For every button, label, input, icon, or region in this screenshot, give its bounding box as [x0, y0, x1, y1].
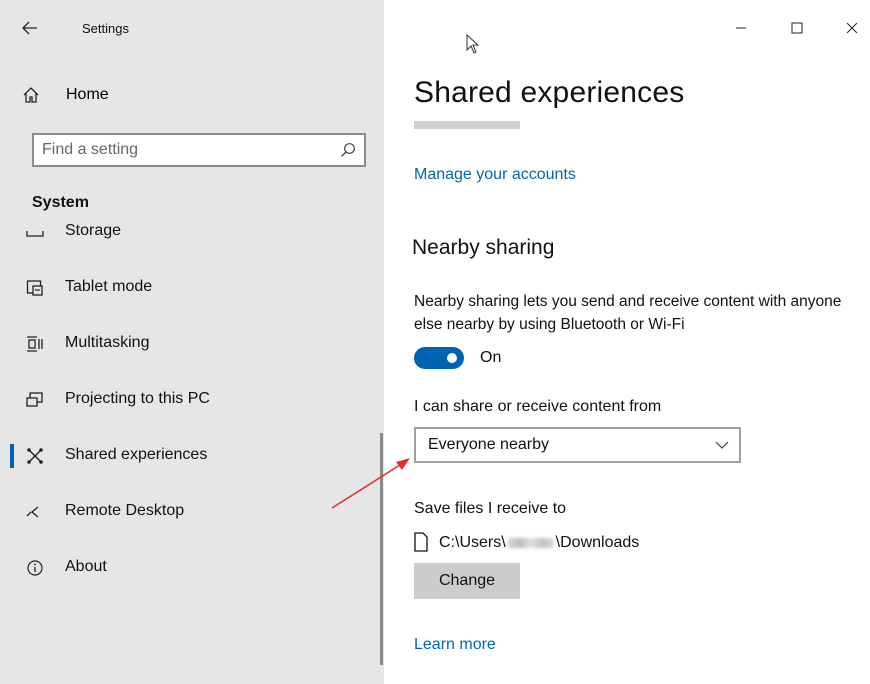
sidebar-item-label: Remote Desktop — [65, 502, 185, 519]
save-files-label: Save files I receive to — [414, 500, 567, 517]
toggle-state-label: On — [480, 349, 502, 366]
remote-desktop-icon — [26, 506, 39, 518]
back-arrow-icon — [22, 21, 37, 35]
search-icon[interactable] — [340, 142, 356, 158]
file-icon — [414, 532, 428, 552]
sidebar-item-label: Shared experiences — [65, 446, 208, 463]
learn-more-link[interactable]: Learn more — [414, 636, 496, 654]
multitasking-icon — [27, 336, 43, 352]
sidebar-item-label: About — [65, 558, 107, 575]
minimize-icon — [736, 27, 746, 29]
share-from-dropdown[interactable]: Everyone nearby — [414, 427, 741, 463]
section-heading: System — [32, 194, 89, 211]
sidebar-item-label: Storage — [65, 222, 122, 239]
sidebar-item-about[interactable]: About — [0, 548, 384, 588]
search-input[interactable] — [34, 135, 324, 165]
chevron-down-icon — [715, 441, 729, 449]
home-icon — [23, 87, 39, 103]
sidebar-item-multitasking[interactable]: Multitasking — [0, 324, 384, 364]
nearby-sharing-heading: Nearby sharing — [412, 236, 555, 259]
redacted-username — [507, 537, 554, 548]
sidebar-item-label: Projecting to this PC — [65, 390, 210, 407]
maximize-icon — [791, 22, 803, 34]
home-label: Home — [66, 86, 109, 103]
sidebar: Settings Home System Storage Tablet mode… — [0, 0, 384, 684]
mouse-cursor-icon — [466, 34, 480, 54]
sidebar-item-projecting[interactable]: Projecting to this PC — [0, 380, 384, 420]
path-prefix: C:\Users\ — [439, 534, 506, 551]
shared-experiences-icon — [27, 448, 43, 464]
path-suffix: \Downloads — [555, 534, 640, 551]
title-underline — [414, 121, 520, 129]
page-title: Shared experiences — [414, 76, 685, 109]
projecting-icon — [26, 392, 43, 407]
minimize-button[interactable] — [726, 14, 756, 42]
sidebar-item-remote-desktop[interactable]: Remote Desktop — [0, 492, 384, 532]
sidebar-nav: Storage Tablet mode Multitasking Project… — [0, 218, 384, 684]
manage-accounts-link[interactable]: Manage your accounts — [414, 166, 576, 184]
change-button[interactable]: Change — [414, 563, 520, 599]
tablet-mode-icon — [26, 280, 43, 296]
save-path: C:\Users\ \Downloads — [439, 534, 639, 552]
nearby-sharing-toggle[interactable] — [414, 347, 464, 369]
nearby-sharing-description: Nearby sharing lets you send and receive… — [414, 293, 842, 333]
sidebar-scrollbar[interactable] — [380, 433, 383, 665]
info-icon — [27, 560, 43, 576]
sidebar-item-shared-experiences[interactable]: Shared experiences — [0, 436, 384, 476]
sidebar-item-storage[interactable]: Storage — [0, 218, 384, 252]
home-nav-item[interactable]: Home — [22, 78, 109, 112]
close-icon — [846, 22, 858, 34]
sidebar-item-tablet-mode[interactable]: Tablet mode — [0, 268, 384, 308]
main-content: Shared experiences Manage your accounts … — [384, 0, 870, 684]
close-button[interactable] — [837, 14, 867, 42]
sidebar-item-label: Multitasking — [65, 334, 150, 351]
back-button[interactable] — [22, 16, 52, 42]
sidebar-item-label: Tablet mode — [65, 278, 153, 295]
app-title: Settings — [82, 21, 129, 36]
storage-icon — [26, 231, 44, 237]
share-from-label: I can share or receive content from — [414, 398, 662, 415]
maximize-button[interactable] — [782, 14, 812, 42]
toggle-knob — [447, 353, 457, 363]
search-box[interactable] — [32, 133, 366, 167]
dropdown-value: Everyone nearby — [428, 436, 549, 453]
